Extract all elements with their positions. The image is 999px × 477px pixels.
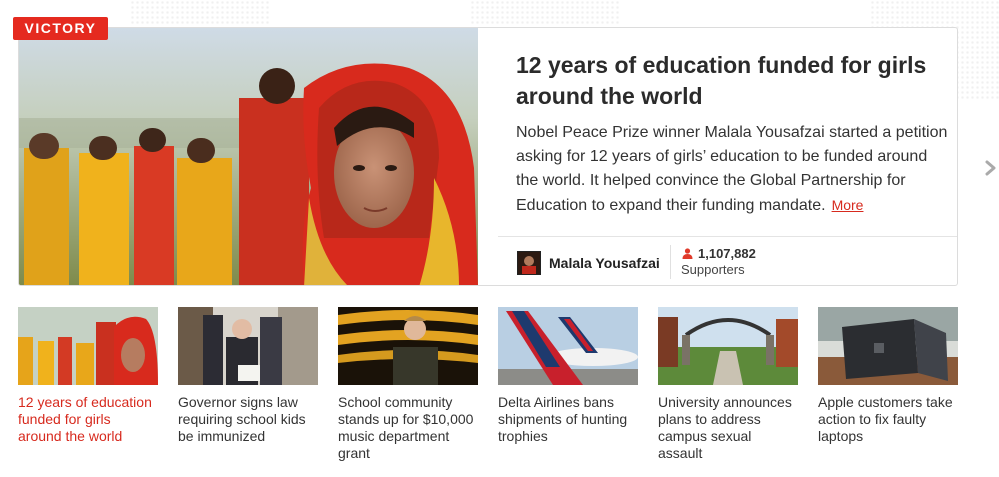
thumbnail-image [658,307,798,385]
featured-meta: Malala Yousafzai 1,107,882 Supporters [498,236,957,285]
featured-story[interactable]: 12 years of education funded for girls a… [18,27,958,286]
story-card[interactable]: School community stands up for $10,000 m… [338,307,478,462]
story-title[interactable]: School community stands up for $10,000 m… [338,394,478,462]
featured-description-text: Nobel Peace Prize winner Malala Yousafza… [516,124,948,214]
story-thumbnail[interactable] [498,307,638,385]
story-title[interactable]: Governor signs law requiring school kids… [178,394,318,445]
person-icon [682,248,693,259]
story-title[interactable]: University announces plans to address ca… [658,394,798,462]
story-card[interactable]: Delta Airlines bans shipments of hunting… [498,307,638,445]
story-card[interactable]: Governor signs law requiring school kids… [178,307,318,445]
thumbnail-image [498,307,638,385]
victory-badge: VICTORY [13,17,108,40]
story-thumbnail[interactable] [178,307,318,385]
avatar-image [518,252,540,274]
thumbnail-image [18,307,158,385]
featured-photo [19,28,478,285]
story-thumbnail[interactable] [338,307,478,385]
story-thumbnail[interactable] [658,307,798,385]
story-card[interactable]: Apple customers take action to fix fault… [818,307,958,445]
story-thumbnail[interactable] [818,307,958,385]
author-name[interactable]: Malala Yousafzai [549,255,661,271]
background-pattern [470,0,620,26]
thumbnail-image [178,307,318,385]
story-title[interactable]: Apple customers take action to fix fault… [818,394,958,445]
chevron-right-icon[interactable] [983,156,999,180]
supporters-label: Supporters [681,262,745,277]
featured-content: 12 years of education funded for girls a… [498,28,957,285]
story-card[interactable]: 12 years of education funded for girls a… [18,307,158,445]
supporters-count: 1,107,882 [698,246,756,261]
thumbnail-image [338,307,478,385]
meta-divider [670,245,671,279]
background-pattern [130,0,270,26]
featured-image[interactable] [19,28,478,285]
featured-headline[interactable]: 12 years of education funded for girls a… [516,50,956,112]
more-link[interactable]: More [832,197,864,213]
story-thumbnail[interactable] [18,307,158,385]
thumbnail-image [818,307,958,385]
featured-description: Nobel Peace Prize winner Malala Yousafza… [516,121,951,218]
story-title[interactable]: 12 years of education funded for girls a… [18,394,158,445]
story-title[interactable]: Delta Airlines bans shipments of hunting… [498,394,638,445]
story-card[interactable]: University announces plans to address ca… [658,307,798,462]
author-avatar[interactable] [517,251,541,275]
